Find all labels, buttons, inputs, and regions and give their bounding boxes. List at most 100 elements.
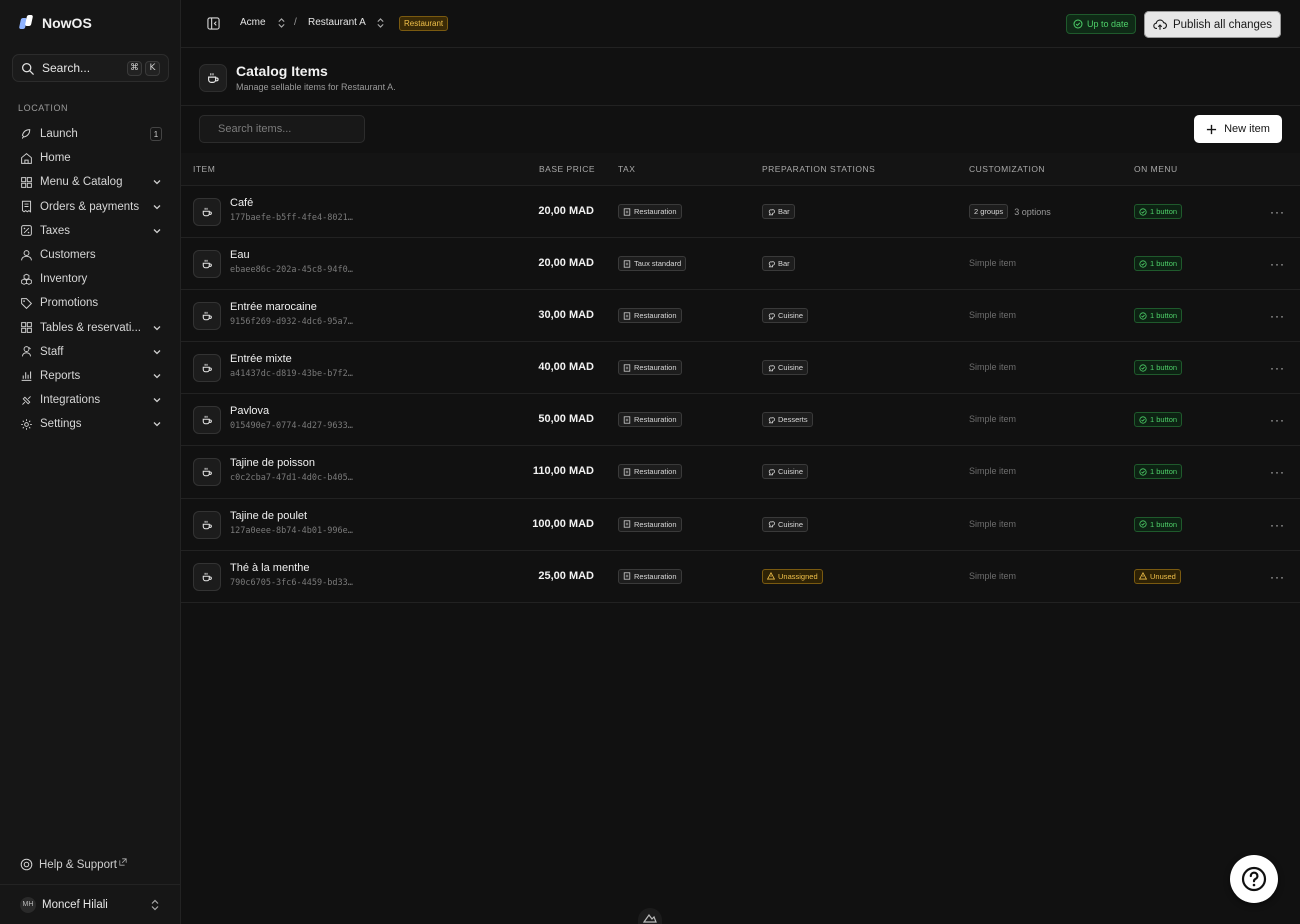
items-search[interactable] — [199, 115, 365, 143]
sidebar-item-reports[interactable]: Reports — [12, 364, 170, 388]
table-row[interactable]: Entrée marocaine 9156f269-d932-4dc6-95a7…… — [181, 290, 1300, 343]
item-id: 127a0eee-8b74-4b01-996e… — [230, 525, 353, 536]
item-id: 177baefe-b5ff-4fe4-8021… — [230, 213, 353, 223]
tax-label: Restauration — [634, 519, 677, 529]
item-name[interactable]: Tajine de poulet — [230, 510, 307, 522]
item-name[interactable]: Café — [230, 197, 253, 209]
sidebar-item-staff[interactable]: Staff — [12, 340, 170, 364]
station-label: Cuisine — [778, 519, 804, 529]
sidebar-search[interactable]: Search... ⌘ K — [12, 54, 169, 82]
sidebar-item-customers[interactable]: Customers — [12, 243, 170, 267]
sidebar-item-taxes[interactable]: Taxes — [12, 219, 170, 243]
sidebar-item-launch[interactable]: Launch 1 — [12, 122, 170, 146]
sidebar-item-label: Promotions — [40, 297, 99, 310]
publish-all-button[interactable]: Publish all changes — [1144, 11, 1281, 38]
chevron-down-icon[interactable] — [152, 202, 162, 212]
table-row[interactable]: Tajine de poulet 127a0eee-8b74-4b01-996e…… — [181, 499, 1300, 551]
chevron-down-icon[interactable] — [152, 395, 162, 405]
row-actions-icon[interactable]: ··· — [1270, 465, 1285, 479]
sidebar-item-label: Home — [40, 152, 71, 165]
cloud-check-icon — [1073, 19, 1083, 29]
page-header: Catalog Items Manage sellable items for … — [181, 48, 1300, 106]
item-name[interactable]: Pavlova — [230, 405, 269, 417]
chevron-down-icon[interactable] — [152, 323, 162, 333]
warning-icon — [767, 572, 775, 580]
user-menu[interactable]: MH Moncef Hilali — [0, 884, 180, 924]
org-switcher[interactable]: Acme — [240, 17, 266, 28]
sidebar-item-home[interactable]: Home — [12, 146, 170, 170]
row-actions-icon[interactable]: ··· — [1270, 570, 1285, 584]
chevrons-up-down-icon[interactable] — [277, 17, 286, 29]
new-item-button[interactable]: New item — [1194, 115, 1282, 143]
col-header-on-menu[interactable]: ON MENU — [1134, 164, 1178, 174]
item-price: 30,00 MAD — [538, 309, 594, 322]
table-row[interactable]: Tajine de poisson c0c2cba7-47d1-4d0c-b405… — [181, 446, 1300, 499]
chevron-down-icon[interactable] — [152, 371, 162, 381]
user-name: Moncef Hilali — [42, 898, 108, 911]
coffee-cup-icon — [193, 458, 221, 487]
app-root: NowOS Search... ⌘ K LOCATION Launch 1 Home… — [0, 0, 1300, 924]
sidebar-item-orders-payments[interactable]: Orders & payments — [12, 195, 170, 219]
table-row[interactable]: Thé à la menthe 790c6705-3fc6-4459-bd33… 2… — [181, 551, 1300, 603]
table-row[interactable]: Eau ebaee86c-202a-45c8-94f0… 20,00 MAD Taux… — [181, 238, 1300, 291]
col-header-item[interactable]: ITEM — [193, 164, 215, 174]
table-row[interactable]: Pavlova 015490e7-0774-4d27-9633… 50,00 MAD… — [181, 394, 1300, 447]
chevron-down-icon[interactable] — [152, 347, 162, 357]
help-support-link[interactable]: Help & Support — [20, 857, 127, 871]
brand-name: NowOS — [42, 15, 92, 31]
tax-icon — [21, 225, 32, 237]
sidebar-item-inventory[interactable]: Inventory — [12, 267, 170, 291]
col-header-base-price[interactable]: BASE PRICE — [539, 164, 595, 174]
shortcut-key-cmd: ⌘ — [127, 60, 142, 76]
station-badge: Unassigned — [762, 568, 823, 584]
on-menu-label: Unused — [1150, 571, 1176, 581]
col-header-stations[interactable]: PREPARATION STATIONS — [762, 164, 875, 174]
sidebar-item-menu-catalog[interactable]: Menu & Catalog — [12, 170, 170, 194]
sidebar-item-promotions[interactable]: Promotions — [12, 291, 170, 315]
row-actions-icon[interactable]: ··· — [1270, 309, 1285, 323]
table-row[interactable]: Entrée mixte a41437dc-d819-43be-b7f2… 40,0… — [181, 342, 1300, 395]
table-row[interactable]: Café 177baefe-b5ff-4fe4-8021… 20,00 MAD Res… — [181, 186, 1300, 239]
sidebar-toggle-icon[interactable] — [207, 17, 220, 30]
receipt-icon — [623, 520, 631, 528]
sidebar-item-settings[interactable]: Settings — [12, 412, 170, 436]
customization-text: Simple item — [969, 466, 1017, 477]
item-name[interactable]: Entrée marocaine — [230, 301, 317, 313]
row-actions-icon[interactable]: ··· — [1270, 361, 1285, 375]
receipt-icon — [623, 572, 631, 580]
item-name[interactable]: Thé à la menthe — [230, 562, 310, 574]
item-name[interactable]: Eau — [230, 249, 250, 261]
item-name[interactable]: Tajine de poisson — [230, 457, 315, 469]
groups-badge: 2 groups — [969, 204, 1009, 219]
chevron-down-icon[interactable] — [152, 419, 162, 429]
location-switcher[interactable]: Restaurant A — [308, 17, 366, 28]
customization-text: Simple item — [969, 518, 1017, 529]
brand[interactable]: NowOS — [18, 15, 92, 31]
item-name[interactable]: Entrée mixte — [230, 353, 292, 365]
help-fab-button[interactable] — [1230, 855, 1278, 903]
sidebar-item-tables-reservati[interactable]: Tables & reservati... — [12, 316, 170, 340]
sidebar-nav: Launch 1 Home Menu & Catalog Orders & paymen… — [12, 122, 170, 436]
col-header-tax[interactable]: TAX — [618, 164, 635, 174]
item-price: 40,00 MAD — [538, 361, 594, 374]
coffee-cup-icon — [193, 250, 221, 279]
check-circle-icon — [1139, 468, 1147, 476]
station-label: Cuisine — [778, 311, 804, 321]
row-actions-icon[interactable]: ··· — [1270, 205, 1285, 219]
row-actions-icon[interactable]: ··· — [1270, 518, 1285, 532]
main-content: Acme / Restaurant A Restaurant Up to dat… — [181, 0, 1300, 924]
items-search-input[interactable] — [218, 123, 360, 135]
gear-icon — [21, 419, 32, 430]
tax-label: Restauration — [634, 467, 677, 477]
on-menu-badge: 1 button — [1134, 308, 1183, 324]
chevrons-up-down-icon[interactable] — [376, 17, 385, 29]
col-header-customization[interactable]: CUSTOMIZATION — [969, 164, 1045, 174]
row-actions-icon[interactable]: ··· — [1270, 257, 1285, 271]
chevron-down-icon[interactable] — [152, 226, 162, 236]
chevrons-up-down-icon — [151, 899, 159, 910]
row-actions-icon[interactable]: ··· — [1270, 413, 1285, 427]
external-link-icon — [119, 857, 127, 866]
chevron-down-icon[interactable] — [152, 177, 162, 187]
sidebar-item-integrations[interactable]: Integrations — [12, 388, 170, 412]
grid-icon — [21, 177, 32, 188]
